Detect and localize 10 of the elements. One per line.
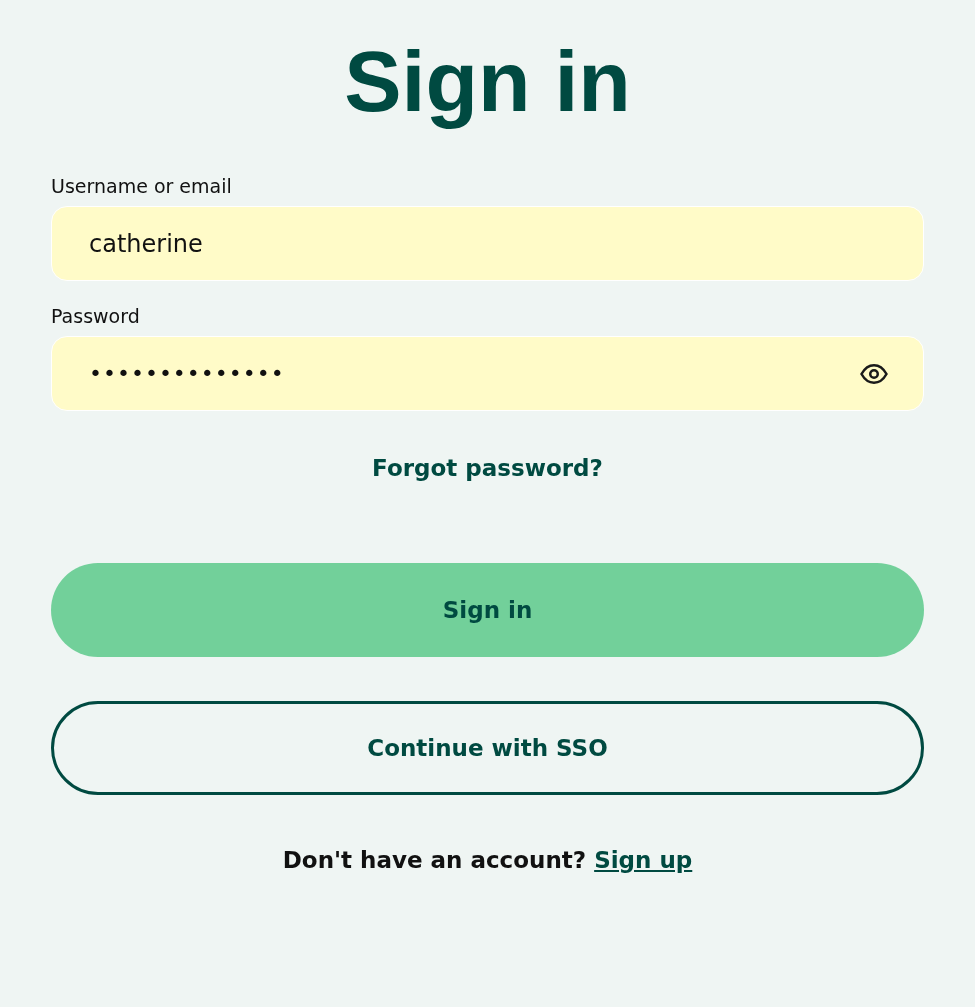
- sign-up-link[interactable]: Sign up: [594, 847, 693, 874]
- page-title: Sign in: [344, 32, 631, 131]
- sign-in-button[interactable]: Sign in: [51, 563, 924, 658]
- field-label: Username or email: [51, 175, 232, 198]
- footer-text: Don't have an account?: [282, 847, 587, 874]
- forgot-password-link[interactable]: Forgot password?: [372, 455, 603, 482]
- field-label: Password: [51, 305, 140, 328]
- sso-button[interactable]: Continue with SSO: [51, 701, 924, 796]
- username-field[interactable]: catherine: [51, 206, 924, 282]
- password-field[interactable]: ••••••••••••••: [51, 336, 924, 412]
